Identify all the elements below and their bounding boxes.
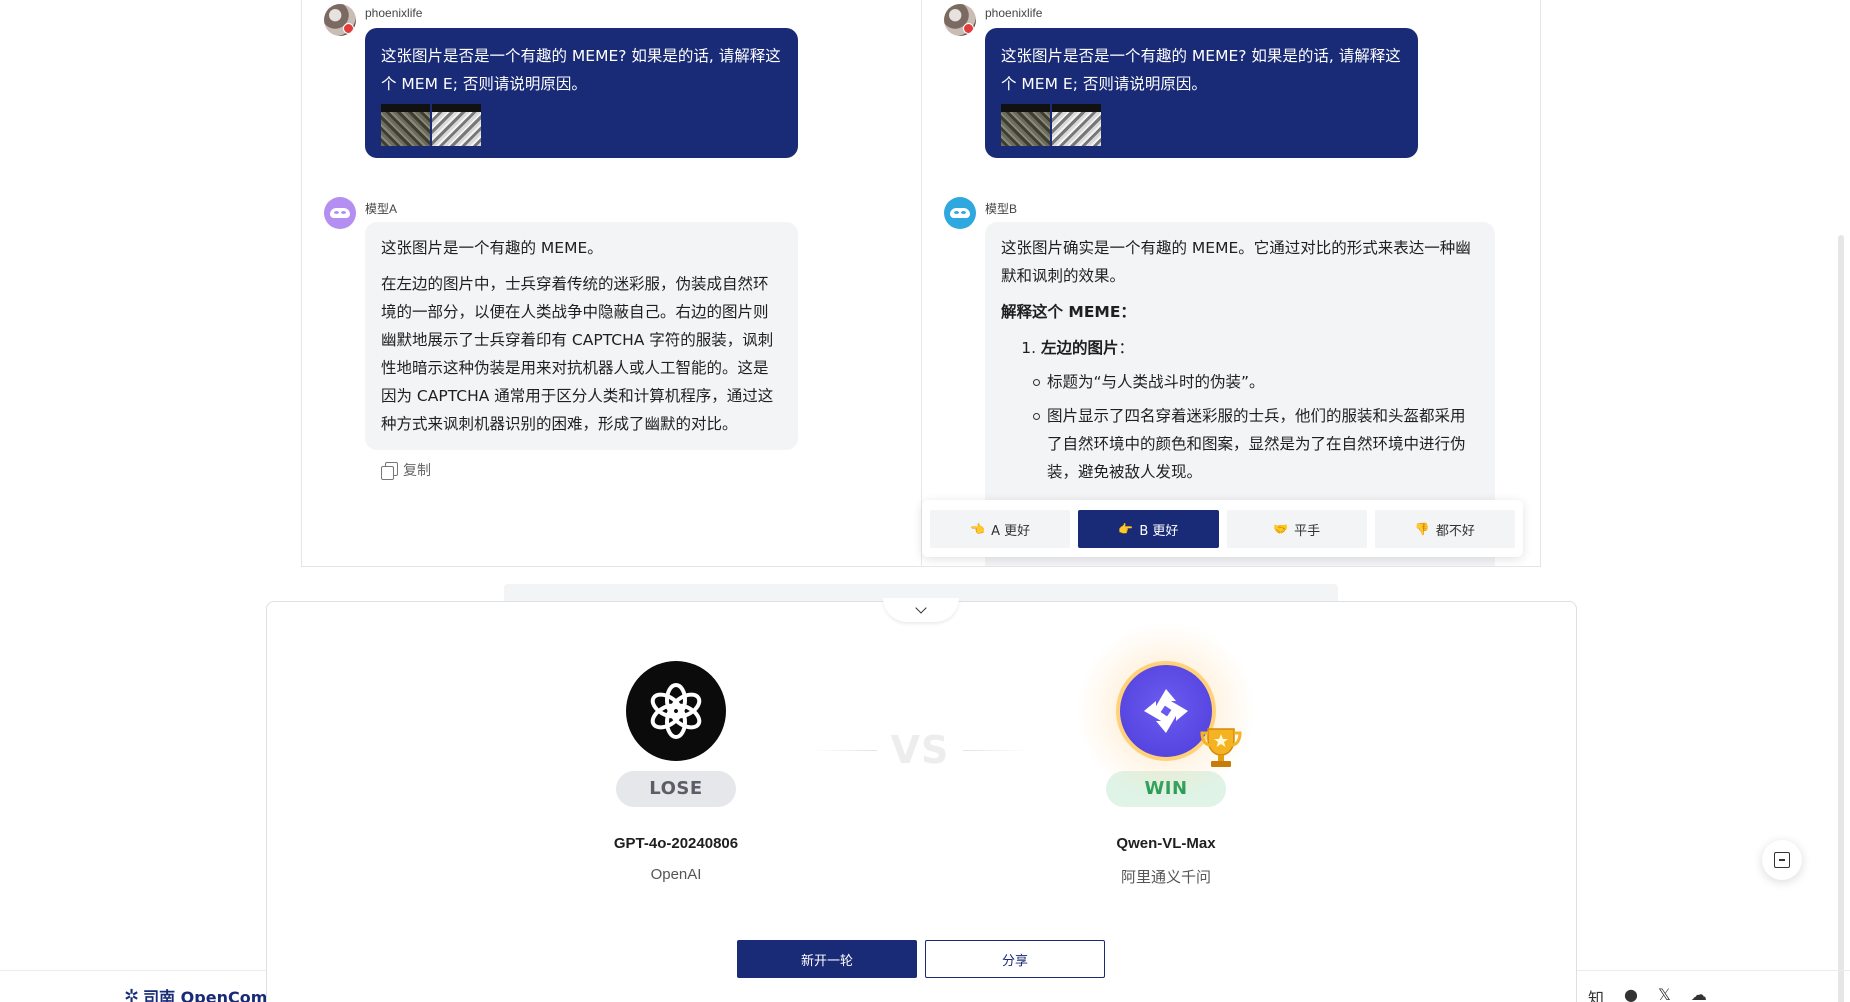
footer-social-icons: 知 ● 𝕏 ☁	[1588, 985, 1707, 1002]
loser-model-name: GPT-4o-20240806	[613, 835, 739, 852]
github-icon[interactable]: ●	[1624, 985, 1638, 1002]
chat-column-b: phoenixlife 这张图片是否是一个有趣的 MEME? 如果是的话, 请解…	[922, 0, 1540, 566]
x-icon[interactable]: 𝕏	[1658, 985, 1671, 1002]
bullet-item: 图片显示了四名穿着迷彩服的士兵，他们的服装和头盔都采用了自然环境中的颜色和图案，…	[1033, 402, 1479, 486]
user-message-bubble: 这张图片是否是一个有趣的 MEME? 如果是的话, 请解释这个 MEM E; 否…	[985, 28, 1418, 158]
thumbnail-right-image	[1052, 104, 1101, 146]
list-item: 左边的图片：	[1041, 334, 1479, 362]
chat-column-a: phoenixlife 这张图片是否是一个有趣的 MEME? 如果是的话, 请解…	[302, 0, 922, 566]
share-button[interactable]: 分享	[925, 940, 1105, 978]
opencompass-logo-icon	[124, 987, 139, 1002]
meme-thumbnail[interactable]	[1001, 104, 1101, 146]
vote-a-better-button[interactable]: 👈 A 更好	[930, 510, 1071, 548]
wechat-icon[interactable]: ☁	[1691, 985, 1707, 1002]
winner-model-name: Qwen-VL-Max	[1116, 835, 1216, 852]
response-bullet-list: 标题为“与人类战斗时的伪装”。 图片显示了四名穿着迷彩服的士兵，他们的服装和头盔…	[1001, 368, 1479, 486]
response-paragraph: 在左边的图片中，士兵穿着传统的迷彩服，伪装成自然环境的一部分，以便在人类战争中隐…	[381, 275, 774, 433]
user-message-text: 这张图片是否是一个有趣的 MEME? 如果是的话, 请解释这个 MEM E; 否…	[381, 47, 781, 93]
openai-knot-icon	[650, 683, 702, 739]
battle-result-panel	[266, 601, 1577, 1002]
edit-icon	[1774, 852, 1790, 868]
meme-thumbnail[interactable]	[381, 104, 481, 146]
copy-button[interactable]: 复制	[381, 460, 431, 480]
thumbnail-left-image	[1001, 104, 1050, 146]
bullet-item: 标题为“与人类战斗时的伪装”。	[1033, 368, 1479, 396]
thumbs-down-icon: 👎	[1414, 522, 1430, 536]
vote-label: 都不好	[1435, 523, 1475, 539]
page-scrollbar[interactable]	[1838, 235, 1844, 1002]
vote-label: 平手	[1294, 523, 1321, 539]
user-name: phoenixlife	[985, 6, 1043, 20]
vs-text: VS	[890, 728, 950, 772]
winner-model-card: WIN Qwen-VL-Max 阿里通义千问	[1016, 621, 1316, 887]
vote-tie-button[interactable]: 🤝 平手	[1226, 510, 1367, 548]
loser-model-org: OpenAI	[650, 866, 702, 883]
thumbnail-right-image	[432, 104, 481, 146]
model-a-name: 模型A	[365, 202, 398, 216]
vote-both-bad-button[interactable]: 👎 都不好	[1374, 510, 1515, 548]
model-b-name: 模型B	[985, 202, 1018, 216]
model-b-avatar	[944, 197, 976, 229]
thumbnail-left-image	[381, 104, 430, 146]
response-heading: 解释这个 MEME：	[1001, 303, 1136, 321]
winner-model-org: 阿里通义千问	[1120, 869, 1211, 886]
copy-icon	[381, 462, 398, 480]
vote-label: A 更好	[991, 523, 1031, 539]
trophy-icon	[1200, 728, 1242, 767]
mask-icon	[950, 208, 970, 218]
copy-label: 复制	[403, 463, 431, 479]
new-round-button[interactable]: 新开一轮	[737, 940, 917, 978]
response-paragraph: 这张图片是一个有趣的 MEME。	[381, 239, 603, 257]
qwen-star-icon	[1144, 689, 1188, 733]
user-avatar	[324, 4, 356, 36]
zhihu-icon[interactable]: 知	[1588, 985, 1604, 1002]
user-avatar	[944, 4, 976, 36]
response-ordered-list: 左边的图片：	[1001, 334, 1479, 362]
user-message-bubble: 这张图片是否是一个有趣的 MEME? 如果是的话, 请解释这个 MEM E; 否…	[365, 28, 798, 158]
response-intro: 这张图片确实是一个有趣的 MEME。它通过对比的形式来表达一种幽默和讽刺的效果。	[1001, 239, 1471, 285]
user-message-text: 这张图片是否是一个有趣的 MEME? 如果是的话, 请解释这个 MEM E; 否…	[1001, 47, 1401, 93]
collapse-panel-button[interactable]	[883, 598, 959, 622]
loser-model-card: LOSE GPT-4o-20240806 OpenAI	[526, 661, 826, 883]
footer-brand-text: 司南 OpenCompass	[143, 988, 266, 1002]
vs-line-left	[810, 749, 877, 751]
vote-label: B 更好	[1139, 523, 1179, 539]
user-name: phoenixlife	[365, 6, 423, 20]
vs-separator: VS	[810, 728, 1030, 772]
model-a-response-bubble: 这张图片是一个有趣的 MEME。 在左边的图片中，士兵穿着传统的迷彩服，伪装成自…	[365, 222, 798, 450]
list-item-title: 左边的图片	[1041, 339, 1119, 357]
chevron-down-icon	[915, 602, 927, 614]
point-left-icon: 👈	[970, 522, 986, 536]
openai-logo-icon	[626, 661, 726, 761]
mask-icon	[330, 208, 350, 218]
model-a-avatar	[324, 197, 356, 229]
point-right-icon: 👉	[1118, 522, 1134, 536]
footer-brand[interactable]: 司南 OpenCompass	[124, 984, 266, 1002]
vote-b-better-button[interactable]: 👉 B 更好	[1078, 510, 1219, 548]
list-item-suffix: ：	[1118, 339, 1135, 357]
feedback-float-button[interactable]	[1762, 840, 1802, 880]
handshake-icon: 🤝	[1273, 522, 1289, 536]
qwen-logo-wrap	[1076, 621, 1256, 801]
lose-badge: LOSE	[616, 771, 736, 807]
vote-bar: 👈 A 更好 👉 B 更好 🤝 平手 👎 都不好	[922, 500, 1523, 557]
chat-comparison-frame: phoenixlife 这张图片是否是一个有趣的 MEME? 如果是的话, 请解…	[301, 0, 1541, 567]
